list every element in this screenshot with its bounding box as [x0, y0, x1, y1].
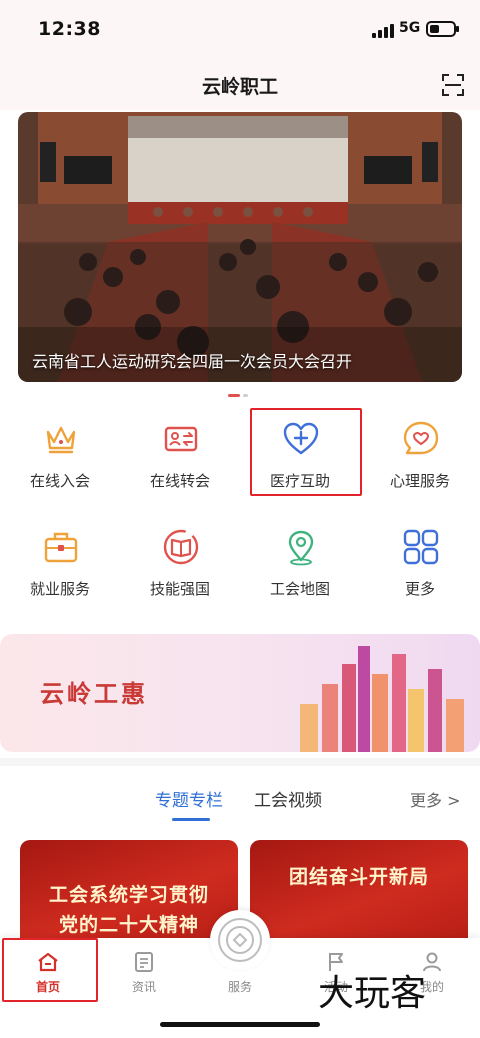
service-label: 心理服务	[389, 472, 450, 490]
service-psychology[interactable]: 心理服务	[365, 420, 475, 510]
tab-special-topics[interactable]: 专题专栏	[155, 786, 223, 811]
more-link[interactable]: 更多 >	[410, 787, 461, 811]
scan-icon[interactable]	[442, 74, 464, 96]
service-icon	[218, 918, 262, 962]
status-bar: 12:38 5G	[0, 0, 480, 60]
status-time: 12:38	[38, 18, 101, 40]
nav-label: 服务	[227, 980, 252, 994]
map-pin-icon	[288, 530, 314, 566]
heart-chat-icon	[403, 421, 439, 455]
service-union-map[interactable]: 工会地图	[245, 528, 355, 618]
service-online-transfer[interactable]: 在线转会	[125, 420, 235, 510]
nav-label: 首页	[35, 980, 60, 994]
book-icon	[163, 529, 199, 565]
crown-icon	[46, 426, 76, 454]
service-more[interactable]: 更多	[365, 528, 475, 618]
pager-dot-active	[228, 394, 240, 397]
heart-plus-icon	[283, 422, 319, 455]
tab-union-videos[interactable]: 工会视频	[254, 786, 322, 811]
news-banner[interactable]: 云南省工人运动研究会四届一次会员大会召开	[18, 112, 462, 382]
service-label: 在线转会	[149, 472, 210, 490]
home-indicator[interactable]	[160, 1022, 320, 1027]
service-label: 工会地图	[269, 580, 330, 598]
center-service-button[interactable]	[210, 910, 270, 970]
service-online-join[interactable]: 在线入会	[5, 420, 115, 510]
app-header: 云岭职工	[0, 60, 480, 110]
service-skills[interactable]: 技能强国	[125, 528, 235, 618]
card-line-1: 工会系统学习贯彻	[48, 884, 209, 906]
nav-label: 资讯	[131, 980, 156, 994]
topic-card[interactable]: 团结奋斗开新局	[250, 840, 468, 950]
banner-photo	[18, 112, 462, 382]
service-label: 就业服务	[29, 580, 90, 598]
signal-icon	[372, 22, 394, 38]
watermark-text: 大玩客	[318, 973, 427, 1014]
service-label: 在线入会	[29, 472, 90, 490]
service-label: 医疗互助	[269, 472, 330, 490]
news-icon	[135, 952, 153, 972]
home-icon	[38, 952, 58, 972]
banner-caption: 云南省工人运动研究会四届一次会员大会召开	[32, 352, 353, 371]
promo-banner[interactable]: 云岭工惠	[0, 634, 480, 752]
transfer-card-icon	[164, 426, 198, 452]
topic-card[interactable]: 工会系统学习贯彻 党的二十大精神	[20, 840, 238, 950]
grid-icon	[403, 529, 439, 565]
network-type: 5G	[399, 20, 421, 36]
service-medical-aid[interactable]: 医疗互助	[245, 420, 355, 510]
service-label: 技能强国	[149, 580, 210, 598]
service-label: 更多	[404, 580, 435, 598]
battery-icon	[426, 21, 459, 37]
card-line-2: 党的二十大精神	[58, 914, 199, 936]
pager-dot	[243, 394, 248, 397]
active-tab-indicator	[172, 818, 210, 821]
page-title: 云岭职工	[201, 76, 278, 98]
service-employment[interactable]: 就业服务	[5, 528, 115, 618]
promo-title: 云岭工惠	[40, 680, 148, 708]
card-line-1: 团结奋斗开新局	[288, 866, 429, 888]
briefcase-icon	[44, 532, 78, 563]
section-divider	[0, 758, 480, 766]
